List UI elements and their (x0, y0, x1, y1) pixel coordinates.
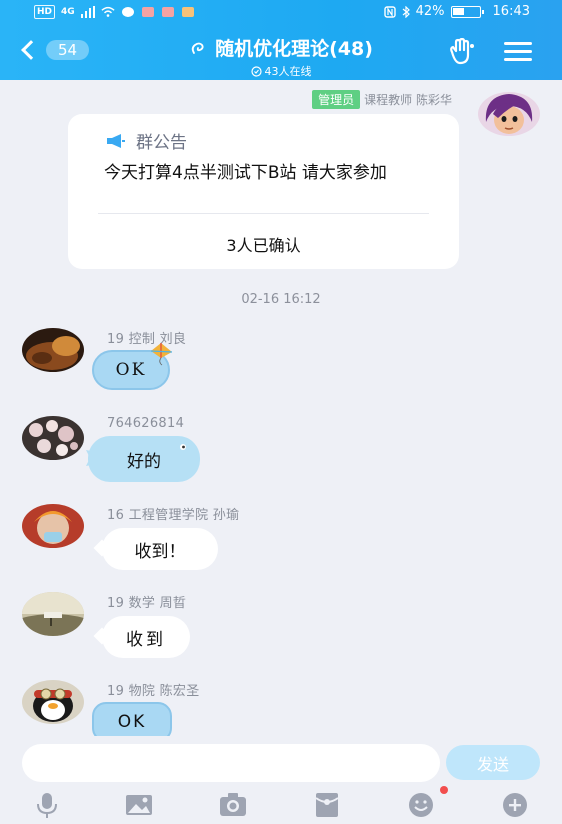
red-packet-icon[interactable] (312, 790, 342, 820)
notice-confirm-count[interactable]: 3人已确认 (68, 232, 459, 256)
message-text: 好的 (127, 451, 161, 472)
message-item: 764626814 好的 (0, 414, 562, 484)
camera-icon[interactable] (218, 790, 248, 820)
message-text: 收到 (126, 629, 166, 650)
clock: 16:43 (492, 4, 530, 19)
bluetooth-icon (402, 5, 410, 18)
notice-title: 群公告 (136, 133, 187, 153)
sender-name: 19 控制 刘良 (107, 332, 187, 347)
sender-name: 16 工程管理学院 孙瑜 (107, 508, 240, 523)
signal-icon (80, 6, 95, 18)
network-label: 4G (61, 7, 75, 17)
battery-level (452, 7, 464, 15)
sender-avatar[interactable] (22, 328, 84, 372)
admin-badge: 管理员 (312, 90, 361, 109)
input-toolbar (0, 786, 562, 824)
hand-raise-icon[interactable] (446, 38, 478, 66)
online-icon (250, 65, 262, 77)
sender-name: 764626814 (107, 416, 185, 431)
group-type-icon (191, 42, 204, 54)
message-item: 16 工程管理学院 孙瑜 收到！ (0, 502, 562, 576)
wifi-icon (101, 6, 115, 17)
message-text: OK (117, 712, 147, 732)
message-text: 收到！ (134, 541, 186, 562)
emoji-icon[interactable] (406, 790, 436, 820)
admin-name: 课程教师 陈彩华 (364, 93, 452, 107)
message-notify-icon (121, 7, 134, 17)
sender-avatar[interactable] (22, 416, 84, 460)
chat-title: 随机优化理论(48) (215, 38, 373, 60)
notice-divider (98, 213, 429, 214)
message-bubble[interactable]: OK (92, 343, 173, 390)
message-item: 19 数学 周晢 收到 (0, 590, 562, 664)
message-text: OK (115, 360, 147, 380)
battery-percent: 42% (415, 4, 445, 19)
image-icon[interactable] (124, 790, 154, 820)
mic-icon[interactable] (32, 790, 62, 820)
emoji-notify-dot (440, 786, 448, 794)
app-notify-icon (141, 7, 154, 17)
sender-avatar[interactable] (22, 680, 84, 724)
chat-header: HD 4G 42% 16:43 54 随机优化理论(48) 43人在线 (0, 0, 562, 80)
app-notify-icon-2 (161, 7, 174, 17)
admin-avatar[interactable] (478, 92, 540, 136)
sender-avatar[interactable] (22, 504, 84, 548)
input-bar: 发送 (0, 736, 562, 788)
nfc-icon (383, 5, 396, 18)
admin-sender-row: 管理员 课程教师 陈彩华 (312, 90, 452, 109)
message-bubble[interactable]: 收到 (93, 616, 190, 658)
message-bubble[interactable]: OK (92, 702, 172, 736)
megaphone-icon (107, 133, 125, 148)
online-count: 43人在线 (264, 65, 312, 78)
message-input[interactable] (22, 744, 440, 782)
sender-name: 19 物院 陈宏圣 (107, 684, 200, 699)
fish-eye-icon (180, 444, 186, 450)
bubble-tail (93, 539, 111, 557)
message-bubble[interactable]: 好的 (86, 436, 200, 482)
message-timestamp: 02-16 16:12 (241, 292, 321, 307)
notice-text: 今天打算4点半测试下B站 请大家参加 (104, 163, 387, 183)
message-item: 19 控制 刘良 OK (0, 326, 562, 396)
kite-decoration-icon (150, 343, 173, 366)
hd-indicator: HD (34, 5, 56, 19)
send-button[interactable]: 发送 (446, 745, 540, 780)
menu-icon[interactable] (504, 42, 532, 62)
message-item: 19 物院 陈宏圣 OK (0, 678, 562, 736)
sender-avatar[interactable] (22, 592, 84, 636)
fish-tail-icon (86, 450, 96, 466)
bubble-tail (93, 627, 111, 645)
plus-icon[interactable] (500, 790, 530, 820)
group-notice-card[interactable]: 群公告 今天打算4点半测试下B站 请大家参加 3人已确认 (68, 114, 459, 269)
battery-icon (450, 5, 484, 18)
app-notify-icon-3 (181, 7, 194, 17)
status-bar: HD 4G 42% 16:43 (0, 0, 562, 26)
message-bubble[interactable]: 收到！ (93, 528, 218, 570)
sender-name: 19 数学 周晢 (107, 596, 187, 611)
